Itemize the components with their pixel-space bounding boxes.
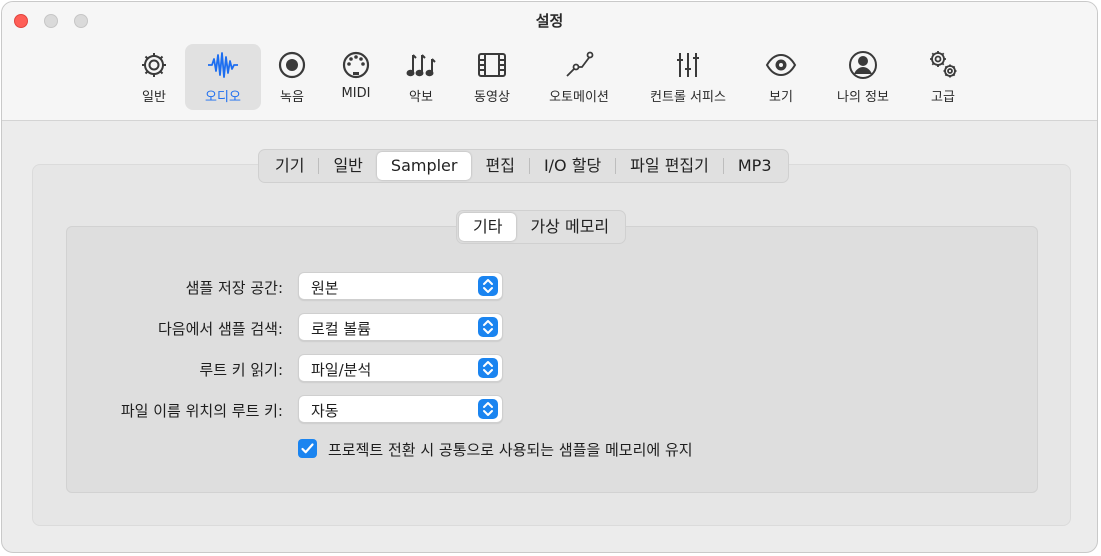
toolbar-item-label: 보기 xyxy=(769,90,793,105)
tab-mp3[interactable]: MP3 xyxy=(724,152,786,180)
toolbar: 설정 일반 오디오 녹음 MIDI 악보 동영상 오토메이션 컨트롤 서피스 보… xyxy=(2,2,1097,121)
toolbar-item-record[interactable]: 녹음 xyxy=(267,44,317,110)
popup-value: 원본 xyxy=(311,279,339,297)
toolbar-item-midi[interactable]: MIDI xyxy=(330,44,382,110)
toolbar-item-my-info[interactable]: 나의 정보 xyxy=(826,44,900,110)
sample-storage-label: 샘플 저장 공간: xyxy=(185,279,283,297)
read-root-key-label: 루트 키 읽기: xyxy=(199,361,283,379)
toolbar-item-view[interactable]: 보기 xyxy=(756,44,806,110)
person-icon xyxy=(846,48,880,82)
sampler-subtabs: 기타 가상 메모리 xyxy=(456,210,627,244)
toolbar-item-label: 오토메이션 xyxy=(549,90,609,105)
automation-curve-icon xyxy=(562,48,596,82)
toolbar-item-label: 일반 xyxy=(142,90,166,105)
chevron-updown-icon xyxy=(478,399,498,419)
film-icon xyxy=(475,48,509,82)
toolbar-item-label: 녹음 xyxy=(280,90,304,105)
toolbar-item-label: 악보 xyxy=(409,90,433,105)
popup-value: 자동 xyxy=(311,402,339,420)
record-icon xyxy=(275,48,309,82)
eye-icon xyxy=(764,48,798,82)
toolbar-item-audio[interactable]: 오디오 xyxy=(185,44,261,110)
tab-devices[interactable]: 기기 xyxy=(261,152,318,180)
chevron-updown-icon xyxy=(478,317,498,337)
settings-window: 설정 일반 오디오 녹음 MIDI 악보 동영상 오토메이션 컨트롤 서피스 보… xyxy=(1,1,1098,553)
toolbar-item-label: 컨트롤 서피스 xyxy=(650,90,726,105)
music-notes-icon xyxy=(404,48,438,82)
keep-samples-label: 프로젝트 전환 시 공통으로 사용되는 샘플을 메모리에 유지 xyxy=(328,441,693,459)
toolbar-item-movie[interactable]: 동영상 xyxy=(464,44,520,110)
tab-sampler[interactable]: Sampler xyxy=(376,152,472,180)
keep-samples-checkbox[interactable] xyxy=(298,439,317,458)
root-key-filename-popup[interactable]: 자동 xyxy=(298,395,503,423)
search-samples-popup[interactable]: 로컬 볼륨 xyxy=(298,313,503,341)
search-samples-label: 다음에서 샘플 검색: xyxy=(158,320,283,338)
toolbar-item-label: 동영상 xyxy=(474,90,510,105)
subtab-virtual-memory[interactable]: 가상 메모리 xyxy=(516,213,623,241)
audio-tabs: 기기 일반 Sampler 편집 I/O 할당 파일 편집기 MP3 xyxy=(258,149,789,183)
toolbar-item-general[interactable]: 일반 xyxy=(128,44,180,110)
read-root-key-popup[interactable]: 파일/분석 xyxy=(298,354,503,382)
gears-icon xyxy=(926,48,960,82)
tab-general[interactable]: 일반 xyxy=(319,152,376,180)
toolbar-item-label: 고급 xyxy=(931,90,955,105)
toolbar-item-label: MIDI xyxy=(341,86,371,101)
toolbar-item-label: 오디오 xyxy=(205,90,241,105)
tab-file-editor[interactable]: 파일 편집기 xyxy=(616,152,723,180)
faders-icon xyxy=(671,48,705,82)
checkmark-icon xyxy=(301,443,314,454)
gear-icon xyxy=(137,48,171,82)
chevron-updown-icon xyxy=(478,276,498,296)
popup-value: 로컬 볼륨 xyxy=(311,320,371,338)
midi-port-icon xyxy=(339,48,373,82)
chevron-updown-icon xyxy=(478,358,498,378)
tab-editing[interactable]: 편집 xyxy=(471,152,528,180)
tab-io-assignments[interactable]: I/O 할당 xyxy=(530,152,615,180)
toolbar-item-advanced[interactable]: 고급 xyxy=(918,44,968,110)
sample-storage-popup[interactable]: 원본 xyxy=(298,272,503,300)
toolbar-item-control-surfaces[interactable]: 컨트롤 서피스 xyxy=(638,44,738,110)
toolbar-item-label: 나의 정보 xyxy=(837,90,889,105)
popup-value: 파일/분석 xyxy=(311,361,372,379)
toolbar-item-score[interactable]: 악보 xyxy=(396,44,446,110)
window-title: 설정 xyxy=(535,12,564,30)
toolbar-item-automation[interactable]: 오토메이션 xyxy=(538,44,620,110)
waveform-icon xyxy=(206,48,240,82)
subtab-other[interactable]: 기타 xyxy=(459,213,517,241)
root-key-filename-label: 파일 이름 위치의 루트 키: xyxy=(120,402,283,420)
